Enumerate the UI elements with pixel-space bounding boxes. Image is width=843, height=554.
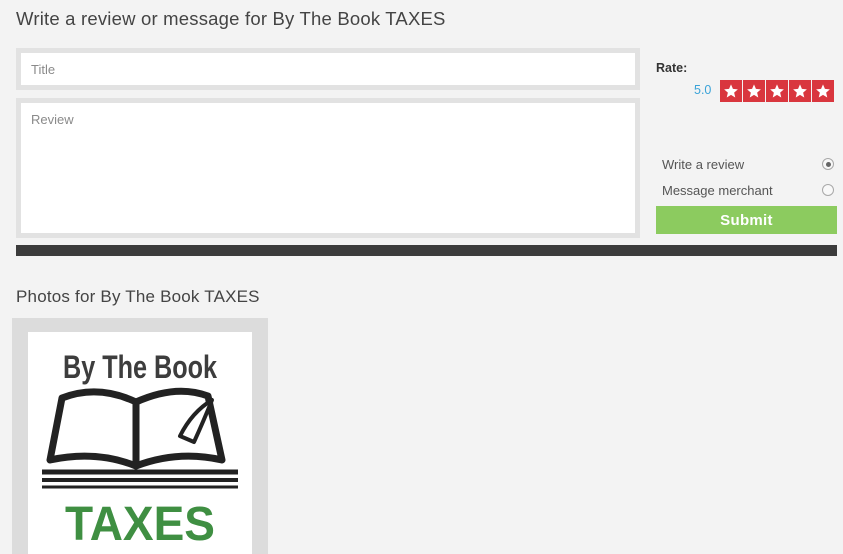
rating-value: 5.0 bbox=[694, 83, 712, 97]
submit-button[interactable]: Submit bbox=[656, 206, 837, 234]
star-icon[interactable] bbox=[766, 80, 788, 102]
photos-heading: Photos for By The Book TAXES bbox=[16, 287, 260, 306]
star-icon[interactable] bbox=[720, 80, 742, 102]
star-icon[interactable] bbox=[789, 80, 811, 102]
message-merchant-option[interactable]: Message merchant bbox=[662, 181, 836, 199]
review-heading: Write a review or message for By The Boo… bbox=[16, 8, 446, 29]
message-merchant-radio[interactable] bbox=[822, 184, 834, 196]
open-book-icon bbox=[42, 387, 238, 489]
write-review-option[interactable]: Write a review bbox=[662, 155, 836, 173]
title-input[interactable] bbox=[21, 53, 635, 85]
review-textarea[interactable] bbox=[21, 103, 635, 233]
logo-text-line1: By The Book bbox=[63, 349, 217, 385]
photo-thumbnail[interactable]: By The Book TAXES bbox=[12, 318, 268, 554]
title-field[interactable] bbox=[16, 48, 640, 90]
rate-label: Rate: bbox=[656, 61, 688, 75]
message-merchant-label: Message merchant bbox=[662, 182, 773, 198]
write-review-label: Write a review bbox=[662, 156, 745, 172]
review-field[interactable] bbox=[16, 98, 640, 238]
star-icon[interactable] bbox=[743, 80, 765, 102]
write-review-radio[interactable] bbox=[822, 158, 834, 170]
business-logo: By The Book TAXES bbox=[28, 332, 252, 554]
section-divider bbox=[16, 245, 837, 256]
star-icon[interactable] bbox=[812, 80, 834, 102]
logo-text-line2: TAXES bbox=[65, 498, 215, 551]
radio-selected-dot bbox=[825, 161, 831, 167]
star-rating[interactable] bbox=[720, 80, 834, 102]
